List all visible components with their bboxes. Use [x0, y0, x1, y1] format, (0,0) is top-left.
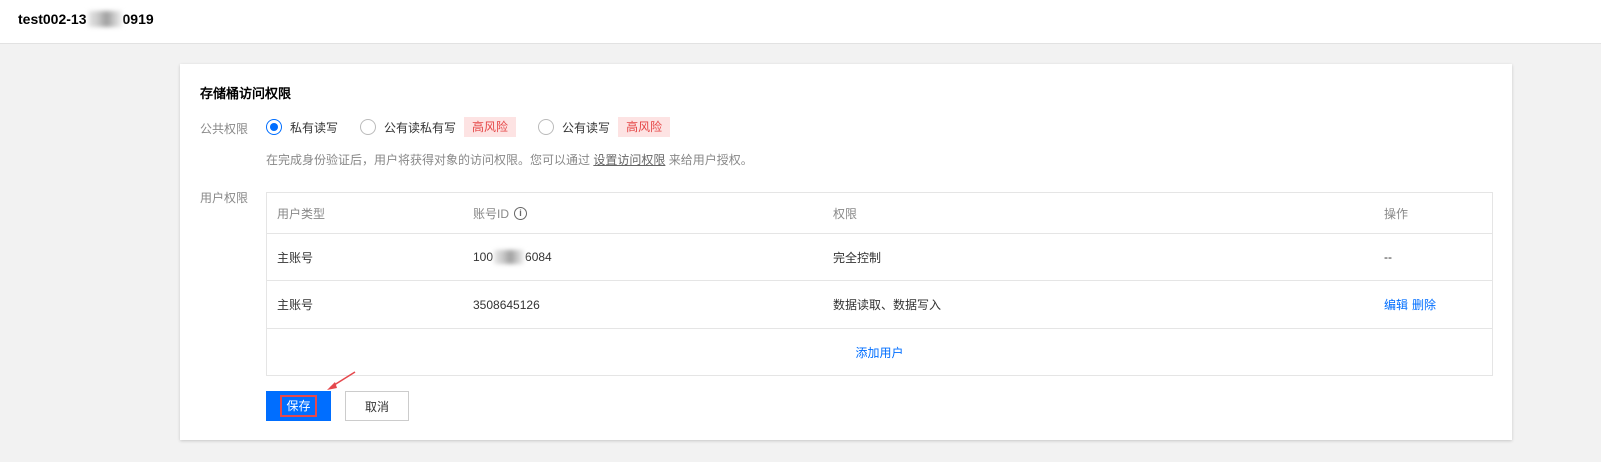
column-header-permission: 权限 [833, 206, 858, 221]
cell-action: 编辑 删除 [1384, 281, 1436, 328]
radio-label: 私有读写 [290, 120, 339, 135]
set-access-permission-link[interactable]: 设置访问权限 [593, 153, 665, 167]
cell-account-id: 100 6084 [473, 234, 552, 280]
bucket-title-prefix: test002-13 [18, 11, 87, 27]
radio-unchecked-icon [360, 119, 377, 135]
cell-permission: 数据读取、数据写入 [833, 298, 942, 312]
section-title: 存储桶访问权限 [200, 86, 292, 101]
permission-hint: 在完成身份验证后，用户将获得对象的访问权限。您可以通过 设置访问权限 来给用户授… [266, 151, 753, 168]
hint-prefix: 在完成身份验证后，用户将获得对象的访问权限。您可以通过 [266, 153, 591, 167]
cell-permission: 完全控制 [833, 250, 882, 265]
top-bar: test002-13 0919 [0, 0, 1601, 44]
radio-checked-icon [266, 119, 282, 135]
cell-account-id: 3508645126 [473, 297, 540, 312]
bucket-title: test002-13 0919 [18, 10, 154, 28]
add-user-link[interactable]: 添加用户 [855, 344, 903, 361]
table-header: 用户类型 账号ID i 权限 操作 [267, 193, 1492, 234]
column-header-action: 操作 [1384, 206, 1409, 221]
public-permission-label: 公共权限 [200, 122, 249, 136]
annotation-arrow-icon [327, 371, 356, 390]
edit-link[interactable]: 编辑 [1384, 296, 1408, 313]
column-header-user-type: 用户类型 [277, 206, 326, 221]
info-icon[interactable]: i [514, 206, 528, 220]
high-risk-badge: 高风险 [464, 117, 517, 137]
cell-user-type: 主账号 [277, 298, 314, 312]
user-permission-table: 用户类型 账号ID i 权限 操作 主账号 100 6084 完全控制 -- 主账… [266, 192, 1493, 376]
cell-user-type: 主账号 [277, 250, 314, 265]
hint-suffix: 来给用户授权。 [668, 153, 753, 167]
table-row: 主账号 3508645126 数据读取、数据写入 编辑 删除 [267, 281, 1492, 329]
account-id-suffix: 6084 [525, 250, 552, 264]
table-row: 主账号 100 6084 完全控制 -- [267, 234, 1492, 281]
high-risk-badge: 高风险 [618, 117, 671, 137]
radio-public-read-private-write[interactable]: 公有读私有写 高风险 [360, 117, 517, 137]
column-header-account-id: 账号ID i [473, 193, 528, 233]
radio-private-read-write[interactable]: 私有读写 [266, 119, 338, 136]
cell-action: -- [1384, 250, 1392, 264]
radio-label: 公有读写 [562, 120, 611, 135]
cancel-button[interactable]: 取消 [345, 391, 409, 421]
save-button-label: 保存 [280, 395, 317, 417]
permissions-card: 存储桶访问权限 公共权限 私有读写 公有读私有写 高风险 公有读写 高风险 在完… [180, 64, 1512, 440]
redacted-mask [87, 11, 122, 27]
bucket-title-suffix: 0919 [122, 11, 154, 27]
radio-label: 公有读私有写 [384, 120, 457, 135]
column-header-label: 账号ID [473, 206, 510, 221]
redacted-mask [494, 250, 525, 264]
add-user-row: 添加用户 [267, 329, 1492, 376]
account-id-prefix: 100 [473, 250, 494, 264]
user-permission-label: 用户权限 [200, 191, 249, 205]
delete-link[interactable]: 删除 [1412, 296, 1436, 313]
public-permission-radio-group: 私有读写 公有读私有写 高风险 公有读写 高风险 [266, 117, 692, 137]
save-button[interactable]: 保存 [266, 391, 331, 421]
radio-unchecked-icon [538, 119, 555, 135]
radio-public-read-write[interactable]: 公有读写 高风险 [538, 117, 671, 137]
